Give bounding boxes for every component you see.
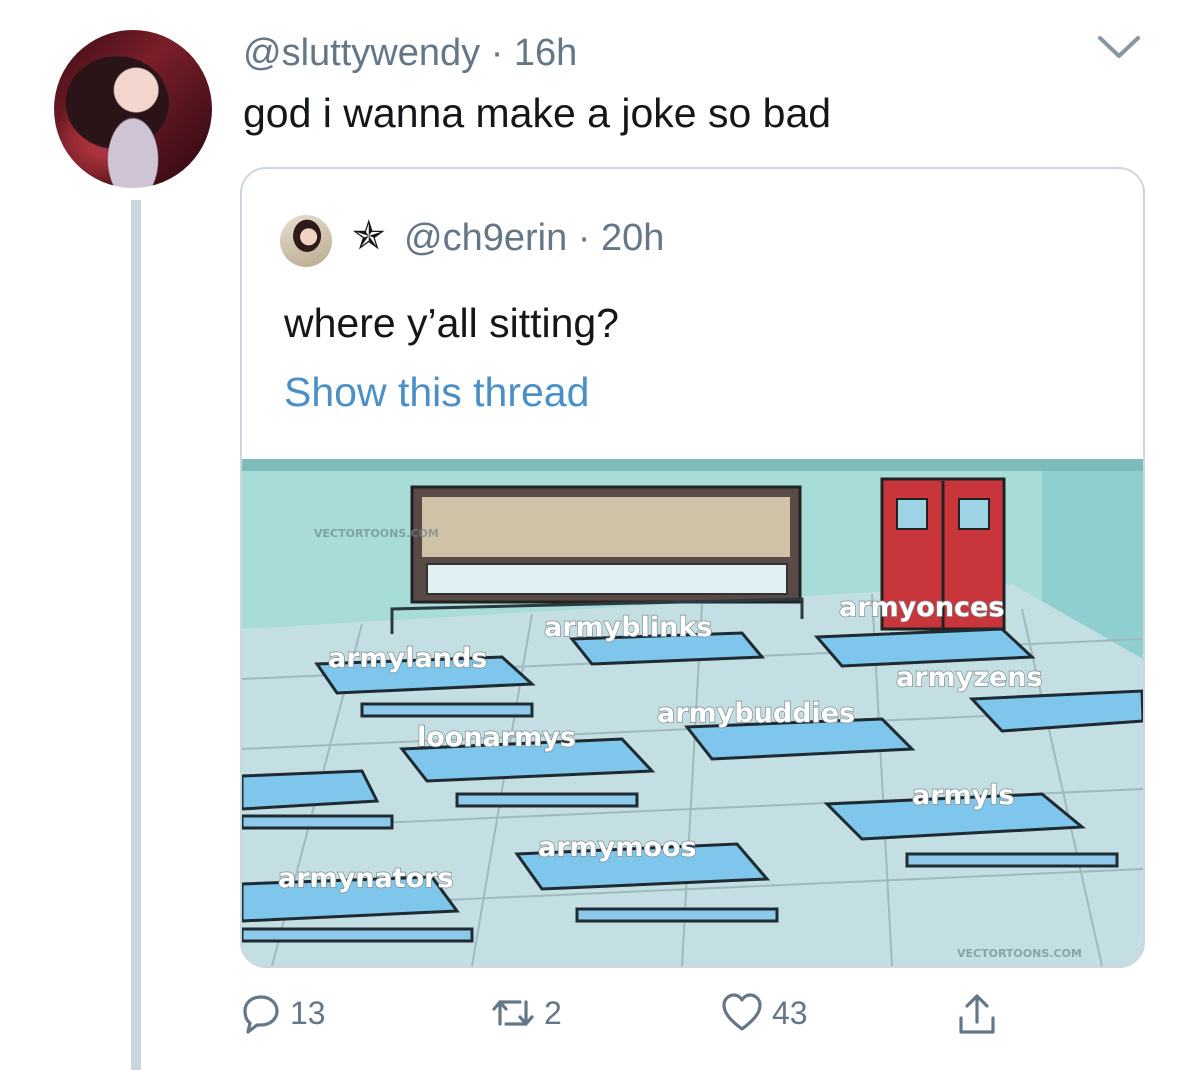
label-armylands: armylands	[328, 643, 487, 674]
quoted-time: 20h	[601, 217, 665, 259]
quoted-tweet-card[interactable]: ✯ @ch9erin · 20h where y’all sitting? Sh…	[240, 167, 1145, 968]
label-armyblinks: armyblinks	[544, 612, 712, 643]
share-action[interactable]	[955, 992, 999, 1038]
chevron-down-icon[interactable]	[1094, 30, 1144, 64]
tweet-text: god i wanna make a joke so bad	[243, 90, 832, 136]
retweet-action[interactable]: 2	[490, 992, 562, 1034]
label-armyonces: armyonces	[839, 592, 1004, 623]
reply-count: 13	[290, 994, 326, 1031]
tweet-header: @sluttywendy · 16h	[243, 32, 577, 75]
quoted-handle: @ch9erin	[404, 217, 568, 259]
retweet-count: 2	[544, 994, 562, 1031]
like-count: 43	[772, 994, 808, 1031]
label-armynators: armynators	[278, 863, 454, 894]
tweet-actions: 13 2 43	[0, 992, 1200, 1052]
watermark-text: VECTORTOONS.COM	[314, 527, 439, 540]
label-armybuddies: armybuddies	[657, 698, 855, 729]
heart-icon	[722, 993, 762, 1031]
label-loonarmys: loonarmys	[417, 722, 576, 753]
reply-action[interactable]: 13	[240, 992, 326, 1034]
thread-connector-line	[131, 200, 141, 1070]
label-armymoos: armymoos	[538, 832, 697, 863]
star-icon: ✯	[352, 214, 386, 258]
quoted-image[interactable]: VECTORTOONS.COM VECTORTOONS.COM armyonce…	[242, 459, 1143, 966]
share-icon	[959, 994, 995, 1034]
user-avatar[interactable]	[54, 30, 212, 188]
label-armyls: armyls	[912, 780, 1015, 811]
show-thread-link[interactable]: Show this thread	[284, 369, 589, 416]
retweet-icon	[492, 1000, 534, 1026]
quoted-text: where y’all sitting?	[284, 300, 619, 346]
watermark-text: VECTORTOONS.COM	[957, 947, 1082, 960]
tweet-time[interactable]: 16h	[514, 32, 577, 74]
tweet-handle[interactable]: @sluttywendy	[243, 32, 480, 74]
quoted-header: @ch9erin · 20h	[404, 217, 664, 260]
quoted-separator: ·	[577, 217, 591, 259]
header-separator: ·	[490, 32, 504, 74]
reply-icon	[243, 995, 279, 1034]
label-armyzens: armyzens	[896, 662, 1043, 693]
quoted-avatar	[280, 215, 332, 267]
like-action[interactable]: 43	[720, 992, 808, 1034]
